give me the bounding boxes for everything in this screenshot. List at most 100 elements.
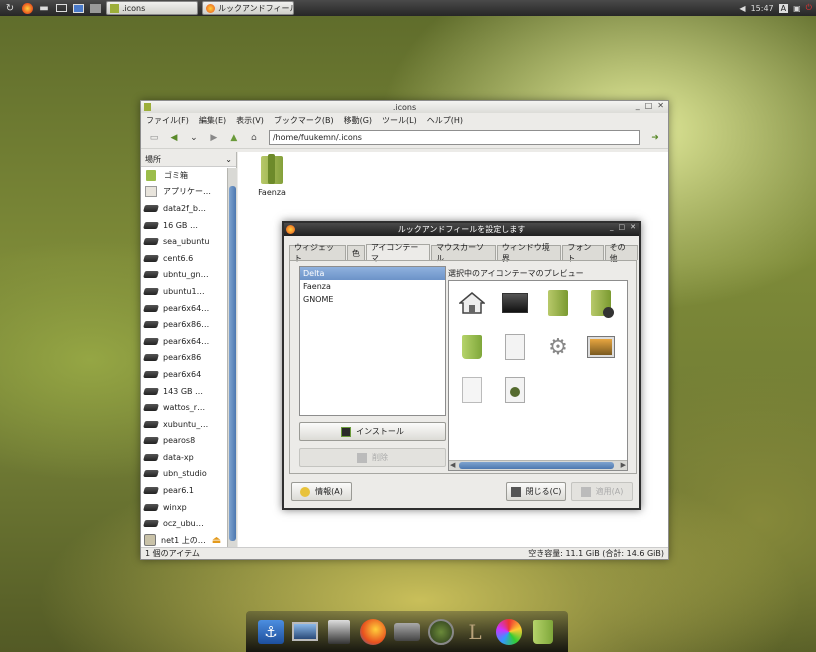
scroll-right-icon[interactable]: ▶	[621, 461, 626, 469]
theme-list-item[interactable]: Faenza	[300, 280, 445, 293]
sidebar-item-applications[interactable]: アプリケー…	[141, 184, 236, 201]
scroll-left-icon[interactable]: ◀	[450, 461, 455, 469]
camera-icon[interactable]	[393, 618, 421, 646]
minimize-icon[interactable]: _	[636, 101, 640, 110]
folder-item[interactable]: Faenza	[254, 154, 290, 197]
sidebar-item-drive[interactable]: pear6x86…	[141, 316, 236, 333]
sidebar-item-drive[interactable]: pear6x64…	[141, 300, 236, 317]
minimize-icon[interactable]: _	[610, 223, 614, 231]
theme-list-item[interactable]: GNOME	[300, 293, 445, 306]
maximize-icon[interactable]: □	[645, 101, 653, 110]
location-bar[interactable]: /home/fuukemn/.icons	[268, 130, 641, 145]
sidebar-item-drive[interactable]: data-xp	[141, 449, 236, 466]
firefox-icon[interactable]	[359, 618, 387, 646]
sidebar-item-drive[interactable]: pearos8	[141, 433, 236, 450]
refresh-icon[interactable]: ↻	[3, 2, 17, 14]
sidebar-item-label: net1 上の…	[161, 535, 206, 545]
tab-color[interactable]: 色	[346, 245, 365, 260]
close-icon[interactable]: ✕	[630, 223, 636, 231]
menu-edit[interactable]: 編集(E)	[199, 115, 226, 126]
info-icon	[300, 486, 311, 497]
volume-icon[interactable]: ◀	[739, 4, 745, 13]
delete-button[interactable]: 削除	[299, 448, 446, 467]
trash-icon	[146, 169, 156, 181]
sidebar-item-drive[interactable]: pear6x64…	[141, 333, 236, 350]
apply-button[interactable]: 適用(A)	[571, 482, 633, 501]
info-button[interactable]: 情報(A)	[291, 482, 352, 501]
sidebar-item-drive[interactable]: wattos_r…	[141, 399, 236, 416]
menu-view[interactable]: 表示(V)	[236, 115, 264, 126]
sidebar-item-network[interactable]: net1 上の… ⏏	[141, 532, 236, 548]
window-titlebar[interactable]: .icons _ □ ✕	[141, 101, 668, 113]
sidebar-item-drive[interactable]: xubuntu_…	[141, 416, 236, 433]
close-button[interactable]: 閉じる(C)	[506, 482, 566, 501]
sidebar-item-drive[interactable]: sea_ubuntu	[141, 233, 236, 250]
power-icon[interactable]: ⏻	[806, 3, 812, 13]
sidebar-item-drive[interactable]: cent6.6	[141, 250, 236, 267]
menu-help[interactable]: ヘルプ(H)	[427, 115, 463, 126]
maximize-icon[interactable]: □	[619, 223, 626, 231]
sidebar-item-drive[interactable]: pear6x86	[141, 350, 236, 367]
sidebar-item-drive[interactable]: ubn_studio	[141, 466, 236, 483]
monitor-icon[interactable]	[54, 2, 68, 14]
menu-bookmarks[interactable]: ブックマーク(B)	[274, 115, 334, 126]
install-button[interactable]: インストール	[299, 422, 446, 441]
disk-icon[interactable]	[427, 618, 455, 646]
color-wheel-icon[interactable]	[495, 618, 523, 646]
sidebar-item-drive[interactable]: pear6.1	[141, 482, 236, 499]
task-file-manager[interactable]: .icons	[106, 1, 198, 15]
new-tab-icon[interactable]: ▭	[147, 131, 161, 145]
menu-tools[interactable]: ツール(L)	[382, 115, 417, 126]
tab-window-border[interactable]: ウィンドウ境界	[496, 243, 562, 263]
anchor-icon[interactable]: ⚓	[257, 618, 285, 646]
menu-file[interactable]: ファイル(F)	[146, 115, 189, 126]
tab-other[interactable]: その他	[604, 243, 638, 263]
sidebar-item-drive[interactable]: 143 GB …	[141, 383, 236, 400]
go-icon[interactable]: ➜	[648, 131, 662, 145]
sidebar-header[interactable]: 場所 ⌄	[141, 152, 236, 167]
tab-font[interactable]: フォント	[562, 243, 604, 263]
sidebar-item-drive[interactable]: ubntu_gn…	[141, 267, 236, 284]
sidebar-item-drive[interactable]: ocz_ubu…	[141, 515, 236, 532]
forward-icon[interactable]: ▶	[207, 131, 221, 145]
minimize-all-icon[interactable]: ▬	[37, 2, 51, 14]
sidebar-item-drive[interactable]: ubuntu1…	[141, 283, 236, 300]
chevron-down-icon[interactable]: ⌄	[225, 155, 232, 164]
dialog-titlebar[interactable]: ルックアンドフィールを設定します _ □ ✕	[284, 223, 639, 236]
theme-list-item[interactable]: Delta	[300, 267, 445, 280]
back-icon[interactable]: ◀	[167, 131, 181, 145]
desktop-icon[interactable]	[71, 2, 85, 14]
drive-icon	[143, 337, 159, 345]
input-method-icon[interactable]: A	[778, 3, 789, 13]
home-icon[interactable]: ⌂	[247, 131, 261, 145]
window-list-icon[interactable]: ▣	[793, 4, 801, 13]
tab-widget[interactable]: ウィジェット	[289, 243, 346, 263]
trash-icon[interactable]	[529, 618, 557, 646]
clock[interactable]: 15:47	[751, 4, 774, 13]
free-space: 空き容量: 11.1 GiB (合計: 14.6 GiB)	[528, 549, 664, 558]
firefox-icon[interactable]	[20, 2, 34, 14]
close-icon[interactable]: ✕	[657, 101, 664, 110]
task-appearance[interactable]: ルックアンドフィール…	[202, 1, 294, 15]
preview-scrollbar[interactable]: ◀ ▶	[449, 460, 627, 470]
sidebar-scrollbar[interactable]	[227, 168, 237, 548]
workspace-icon[interactable]	[88, 2, 102, 14]
tab-icon-theme[interactable]: アイコンテーマ	[365, 243, 431, 263]
eject-icon[interactable]: ⏏	[212, 535, 221, 546]
sidebar-item-label: 143 GB …	[163, 386, 204, 396]
menu-go[interactable]: 移動(G)	[344, 115, 372, 126]
sidebar-item-drive[interactable]: data2f_b…	[141, 200, 236, 217]
sidebar-item-trash[interactable]: ゴミ箱	[141, 167, 236, 184]
install-label: インストール	[356, 427, 404, 436]
tex-icon[interactable]: L	[461, 618, 489, 646]
terminal-icon[interactable]	[325, 618, 353, 646]
sidebar-item-drive[interactable]: 16 GB …	[141, 217, 236, 234]
history-dropdown-icon[interactable]: ⌄	[187, 131, 201, 145]
scrollbar-thumb[interactable]	[459, 462, 614, 469]
monitor-icon[interactable]	[291, 618, 319, 646]
scrollbar-thumb[interactable]	[229, 186, 236, 541]
sidebar-item-drive[interactable]: pear6x64	[141, 366, 236, 383]
sidebar-item-drive[interactable]: winxp	[141, 499, 236, 516]
tab-mouse-cursor[interactable]: マウスカーソル	[431, 243, 496, 263]
up-icon[interactable]: ▲	[227, 131, 241, 145]
